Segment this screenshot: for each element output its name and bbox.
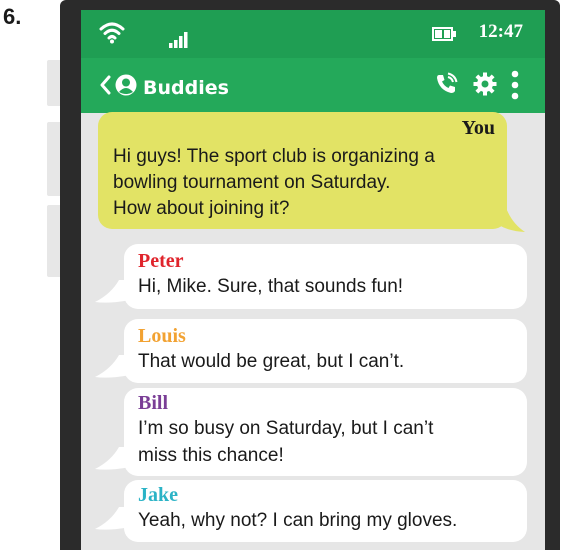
sender-name-louis: Louis — [138, 325, 186, 347]
question-number: 6. — [3, 4, 22, 29]
message-line: Yeah, why not? I can bring my gloves. — [138, 510, 458, 531]
sender-name-bill: Bill — [138, 392, 169, 414]
sender-name-you: You — [461, 117, 495, 139]
chevron-left-icon[interactable] — [99, 75, 111, 95]
message-bubble-jake: Jake Yeah, why not? I can bring my glove… — [124, 480, 527, 542]
message-line: How about joining it? — [113, 198, 290, 219]
gear-icon[interactable] — [473, 72, 497, 96]
battery-icon — [432, 27, 456, 41]
phone-screen: 12:47 Buddies You Hi guys! The sport clu… — [81, 10, 545, 550]
phone-call-icon[interactable] — [434, 72, 458, 96]
chat-title: Buddies — [143, 77, 229, 99]
message-bubble-peter: Peter Hi, Mike. Sure, that sounds fun! — [124, 244, 527, 309]
sender-name-jake: Jake — [138, 484, 178, 506]
wifi-icon — [99, 22, 125, 44]
status-bar: 12:47 — [81, 10, 545, 58]
status-time: 12:47 — [478, 21, 523, 42]
message-bubble-louis: Louis That would be great, but I can’t. — [124, 319, 527, 383]
message-line: That would be great, but I can’t. — [138, 351, 405, 372]
signal-bars-icon — [169, 32, 188, 48]
phone-side-button-middle — [47, 122, 60, 196]
message-bubble-bill: Bill I’m so busy on Saturday, but I can’… — [124, 388, 527, 476]
sender-name-peter: Peter — [138, 250, 184, 272]
app-bar: Buddies — [81, 58, 545, 113]
message-bubble-you: You Hi guys! The sport club is organizin… — [98, 112, 507, 229]
more-vert-icon[interactable] — [511, 70, 519, 100]
phone-side-button-top — [47, 60, 60, 106]
message-line: miss this chance! — [138, 445, 284, 466]
message-line: Hi guys! The sport club is organizing a — [113, 146, 435, 167]
message-line: Hi, Mike. Sure, that sounds fun! — [138, 276, 404, 297]
person-icon[interactable] — [115, 74, 137, 96]
message-line: bowling tournament on Saturday. — [113, 172, 391, 193]
phone-side-button-bottom — [47, 205, 60, 277]
message-line: I’m so busy on Saturday, but I can’t — [138, 418, 434, 439]
